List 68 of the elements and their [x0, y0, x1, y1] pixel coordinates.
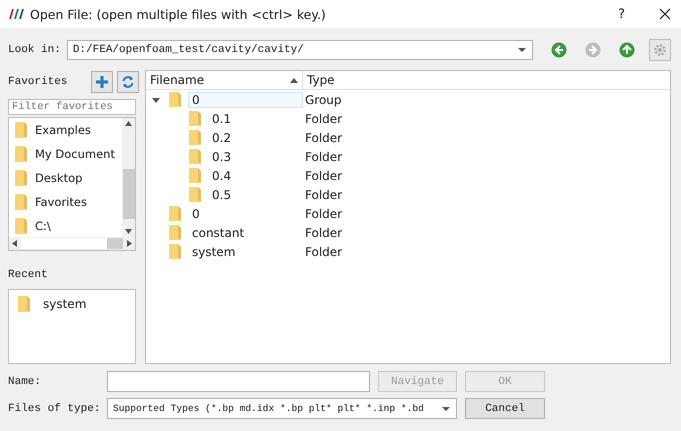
file-type: Folder: [305, 188, 342, 202]
favorites-label: Favorites: [8, 76, 68, 88]
folder-icon: [168, 91, 182, 108]
folder-icon: [14, 217, 28, 235]
folder-icon: [188, 148, 202, 165]
folder-icon: [17, 295, 31, 313]
file-name[interactable]: 0: [188, 92, 303, 108]
recent-label: Recent: [8, 269, 49, 281]
scroll-right-icon[interactable]: [127, 240, 132, 247]
plus-icon: [95, 75, 109, 89]
file-name[interactable]: 0.1: [208, 110, 236, 126]
file-name[interactable]: 0.2: [208, 130, 236, 146]
scrollbar[interactable]: [122, 118, 135, 237]
refresh-icon: [121, 75, 135, 89]
up-arrow-icon[interactable]: [619, 42, 635, 58]
file-type: Folder: [305, 244, 342, 258]
refresh-button[interactable]: [117, 71, 139, 93]
favorite-item[interactable]: Examples: [35, 123, 91, 137]
folder-icon: [14, 121, 28, 139]
column-header[interactable]: Type: [303, 71, 339, 89]
favorite-item[interactable]: My Document: [35, 147, 115, 161]
file-name[interactable]: 0.4: [208, 168, 236, 184]
folder-icon: [168, 243, 182, 260]
column-header[interactable]: Filename: [146, 71, 303, 89]
app-logo-icon: [8, 8, 24, 20]
scroll-up-icon[interactable]: [125, 121, 132, 126]
close-icon[interactable]: [659, 8, 671, 20]
look-in-dropdown[interactable]: D:/FEA/openfoam_test/cavity/cavity/: [66, 40, 533, 60]
window-title: Open File: (open multiple files with <ctrl> key.): [30, 6, 327, 22]
folder-icon: [188, 167, 202, 184]
file-type: Folder: [305, 112, 342, 126]
file-type: Folder: [305, 206, 342, 220]
file-type-label: Files of type:: [8, 402, 99, 414]
file-name[interactable]: constant: [188, 224, 248, 240]
scroll-left-icon[interactable]: [12, 240, 17, 247]
add-button[interactable]: [91, 71, 113, 93]
name-field[interactable]: [107, 371, 370, 392]
folder-icon: [188, 186, 202, 203]
folder-icon: [14, 145, 28, 163]
folder-icon: [168, 205, 182, 222]
help-button[interactable]: ?: [618, 6, 625, 22]
folder-icon: [14, 169, 28, 187]
file-type: Folder: [305, 130, 342, 144]
file-type: Folder: [305, 150, 342, 164]
folder-icon: [188, 110, 202, 127]
file-type: Folder: [305, 168, 342, 182]
file-type: Group: [305, 92, 342, 106]
look-in-label: Look in:: [8, 44, 61, 56]
settings-icon: [653, 43, 667, 57]
folder-icon: [168, 224, 182, 241]
expand-arrow-icon[interactable]: [152, 96, 160, 104]
name-label: Name:: [8, 376, 42, 388]
favorite-item[interactable]: C:\: [35, 219, 51, 233]
file-type: Folder: [305, 226, 342, 240]
favorite-item[interactable]: Desktop: [35, 171, 82, 185]
favorite-item[interactable]: Favorites: [35, 195, 87, 209]
folder-icon: [14, 193, 28, 211]
file-name[interactable]: 0.3: [208, 148, 236, 164]
folder-icon: [188, 129, 202, 146]
recent-item[interactable]: system: [43, 297, 86, 311]
file-type-dropdown[interactable]: Supported Types (*.bp md.idx *.bp plt* plt* *.inp *.bd: [107, 398, 457, 419]
file-name[interactable]: 0.5: [208, 186, 236, 202]
filter-field[interactable]: Filter favorites: [8, 99, 136, 115]
cancel-button[interactable]: Cancel: [465, 398, 545, 419]
scrollbar[interactable]: [9, 237, 135, 250]
scroll-down-icon[interactable]: [125, 229, 132, 234]
file-name[interactable]: system: [188, 244, 240, 260]
file-name[interactable]: 0: [188, 206, 204, 222]
